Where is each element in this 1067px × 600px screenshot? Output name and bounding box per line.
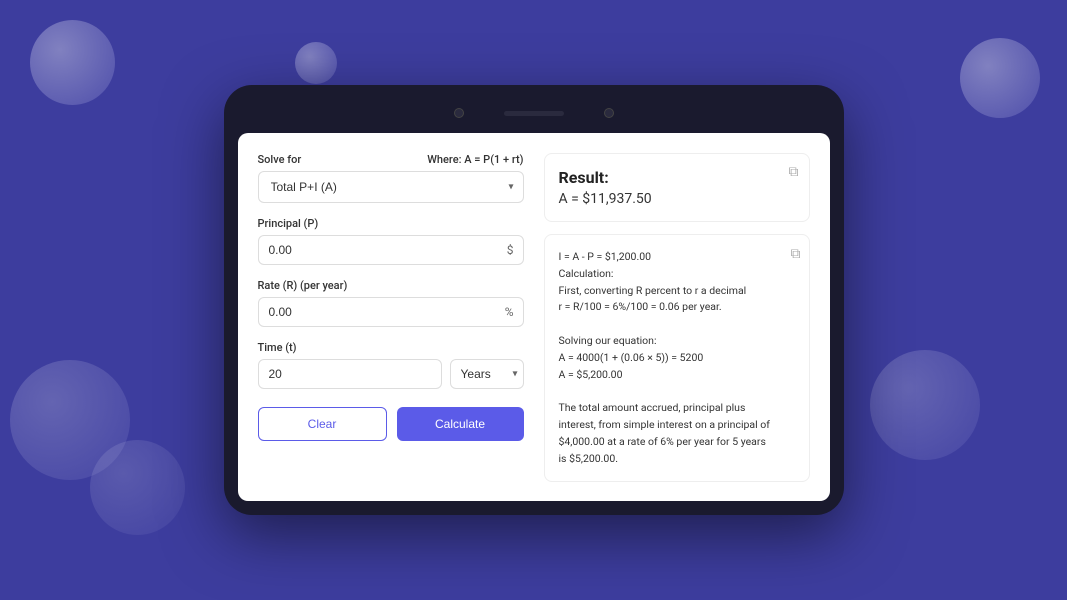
result-card: Result: A = $11,937.50 ⧉: [544, 153, 810, 222]
left-panel: Solve for Where: A = P(1 + rt) Total P+I…: [258, 153, 524, 481]
principal-group: Principal (P) $: [258, 217, 524, 265]
result-value: A = $11,937.50: [559, 191, 795, 207]
principal-input-wrapper: $: [258, 235, 524, 265]
tablet: Solve for Where: A = P(1 + rt) Total P+I…: [224, 85, 844, 515]
detail-text: I = A - P = $1,200.00 Calculation: First…: [559, 249, 795, 467]
tablet-camera: [454, 108, 464, 118]
result-title: Result:: [559, 168, 795, 187]
solve-for-select-wrapper[interactable]: Total P+I (A) Principal (P) Rate (R) Tim…: [258, 171, 524, 203]
formula-text: Where: A = P(1 + rt): [427, 153, 523, 166]
tablet-speaker: [504, 111, 564, 116]
rate-unit: %: [505, 305, 514, 319]
principal-unit: $: [507, 243, 514, 257]
time-label: Time (t): [258, 341, 524, 354]
right-panel: Result: A = $11,937.50 ⧉ ⧉ I = A - P = $…: [544, 153, 810, 481]
time-unit-select-wrapper[interactable]: Years Months Days ▾: [450, 359, 524, 389]
rate-input-wrapper: %: [258, 297, 524, 327]
tablet-screen: Solve for Where: A = P(1 + rt) Total P+I…: [238, 133, 830, 501]
tablet-mic: [604, 108, 614, 118]
principal-input[interactable]: [258, 235, 524, 265]
app-content: Solve for Where: A = P(1 + rt) Total P+I…: [238, 133, 830, 501]
time-input-row: Years Months Days ▾: [258, 359, 524, 389]
copy-result-icon[interactable]: ⧉: [789, 164, 799, 180]
tablet-top-bar: [238, 99, 830, 127]
clear-button[interactable]: Clear: [258, 407, 387, 441]
time-input[interactable]: [258, 359, 442, 389]
principal-label: Principal (P): [258, 217, 524, 230]
copy-detail-icon[interactable]: ⧉: [791, 243, 801, 265]
solve-for-select[interactable]: Total P+I (A) Principal (P) Rate (R) Tim…: [258, 171, 524, 203]
button-row: Clear Calculate: [258, 407, 524, 441]
solve-for-group: Solve for Where: A = P(1 + rt) Total P+I…: [258, 153, 524, 203]
detail-card: ⧉ I = A - P = $1,200.00 Calculation: Fir…: [544, 234, 810, 482]
solve-for-header: Solve for Where: A = P(1 + rt): [258, 153, 524, 166]
time-unit-select[interactable]: Years Months Days: [450, 359, 524, 389]
solve-for-label: Solve for: [258, 153, 302, 166]
time-group: Time (t) Years Months Days ▾: [258, 341, 524, 389]
rate-group: Rate (R) (per year) %: [258, 279, 524, 327]
rate-input[interactable]: [258, 297, 524, 327]
rate-label: Rate (R) (per year): [258, 279, 524, 292]
calculate-button[interactable]: Calculate: [397, 407, 524, 441]
